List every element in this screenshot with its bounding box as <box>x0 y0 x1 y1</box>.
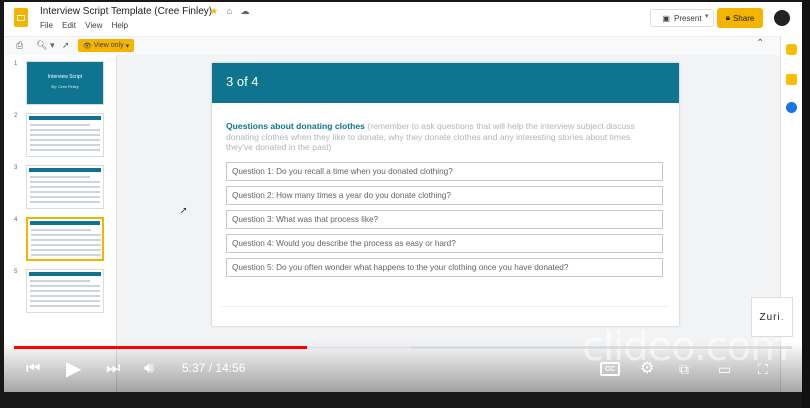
slide-header: 3 of 4 <box>212 63 679 103</box>
collapse-chevron-up-icon[interactable]: ⌃ <box>756 38 764 49</box>
slide-description: Questions about donating clothes (rememb… <box>226 121 651 153</box>
question-box: Question 1: Do you recall a time when yo… <box>226 162 663 181</box>
slide-thumbnail-5[interactable] <box>26 269 104 313</box>
slide-thumbnail-4[interactable] <box>26 217 104 261</box>
question-box: Question 3: What was that process like? <box>226 210 663 229</box>
star-icon[interactable]: ★ <box>210 6 218 16</box>
view-only-label: View only <box>93 42 124 49</box>
share-button[interactable]: 🔒︎ Share <box>717 8 763 28</box>
settings-gear-icon[interactable]: ⚙ <box>640 359 654 379</box>
edge-strip <box>802 0 810 408</box>
thumb-number: 1 <box>14 61 18 67</box>
mouse-pointer-icon: ➚ <box>180 205 188 215</box>
question-box: Question 4: Would you describe the proce… <box>226 234 663 253</box>
zoom-chevron-down-icon[interactable]: ▾ <box>50 40 55 51</box>
present-label: Present <box>673 13 702 23</box>
time-display: 5:37 / 14:56 <box>182 361 246 375</box>
progress-played[interactable] <box>14 346 307 349</box>
title-actions: ★ ⌂ ☁ <box>210 6 256 17</box>
document-title[interactable]: Interview Script Template (Cree Finley) <box>40 6 212 17</box>
thumb-title: Interview Script <box>47 74 83 80</box>
play-button[interactable]: ▶ <box>66 359 81 379</box>
slide-canvas: 3 of 4 Questions about donating clothes … <box>117 55 780 345</box>
video-frame[interactable]: Interview Script Template (Cree Finley) … <box>4 2 802 392</box>
print-icon[interactable]: ⎙ <box>16 40 23 51</box>
eye-icon: 👁︎ <box>82 42 92 50</box>
slide-thumbnail-1[interactable]: Interview Script By: Cree Finley <box>26 61 104 105</box>
slide-heading: Questions about donating clothes <box>226 121 365 131</box>
thumb-number: 5 <box>14 269 18 275</box>
menu-file[interactable]: File <box>40 21 53 30</box>
select-cursor-icon[interactable]: ➚ <box>62 40 70 51</box>
slide-thumbnail-2[interactable] <box>26 113 104 157</box>
menu-help[interactable]: Help <box>112 21 128 30</box>
toolbar: ⎙ 🔍︎ ▾ ➚ 👁︎ View only ▾ ⌃ <box>4 36 782 56</box>
share-label: Share <box>732 13 755 23</box>
avatar[interactable] <box>772 8 792 28</box>
miniplayer-icon[interactable]: ⧉ <box>679 359 689 379</box>
brand-badge: Zuri. <box>751 297 793 337</box>
previous-icon[interactable]: ⏮ <box>26 359 40 379</box>
captions-button[interactable]: CC <box>600 362 620 376</box>
app-header: Interview Script Template (Cree Finley) … <box>4 2 802 36</box>
slide-thumbnail-3[interactable] <box>26 165 104 209</box>
cloud-status-icon[interactable]: ☁ <box>241 6 250 16</box>
question-box: Question 5: Do you often wonder what hap… <box>226 258 663 277</box>
theater-mode-icon[interactable]: ▭ <box>718 359 731 379</box>
present-icon: ▣ <box>662 13 670 23</box>
brand-dot: . <box>780 311 785 323</box>
thumb-number: 3 <box>14 165 18 171</box>
move-folder-icon[interactable]: ⌂ <box>227 6 232 16</box>
check-circle-icon[interactable] <box>786 102 797 113</box>
menu-view[interactable]: View <box>85 21 102 30</box>
fullscreen-icon[interactable]: ⛶ <box>758 359 768 379</box>
thumb-number: 2 <box>14 113 18 119</box>
thumb-subtitle: By: Cree Finley <box>51 84 79 89</box>
brand-name: Zuri <box>759 311 781 323</box>
tasks-icon[interactable] <box>786 74 797 85</box>
current-slide: 3 of 4 Questions about donating clothes … <box>212 63 679 326</box>
present-options-chevron-down-icon[interactable]: ▾ <box>705 12 709 20</box>
view-only-button[interactable]: 👁︎ View only ▾ <box>78 39 134 52</box>
volume-icon[interactable]: 🔊︎ <box>144 359 154 379</box>
slides-logo-icon[interactable] <box>14 8 28 27</box>
question-box: Question 2: How many times a year do you… <box>226 186 663 205</box>
menu-bar: File Edit View Help <box>40 21 135 30</box>
divider <box>222 306 669 307</box>
slide-header-text: 3 of 4 <box>226 74 259 89</box>
lock-icon: 🔒︎ <box>725 13 730 22</box>
zoom-icon[interactable]: 🔍︎ <box>36 40 47 51</box>
thumb-number: 4 <box>14 217 18 223</box>
view-only-chevron-down-icon: ▾ <box>125 42 130 50</box>
keep-icon[interactable] <box>786 44 797 55</box>
menu-edit[interactable]: Edit <box>62 21 76 30</box>
next-icon[interactable]: ⏭ <box>106 359 120 379</box>
